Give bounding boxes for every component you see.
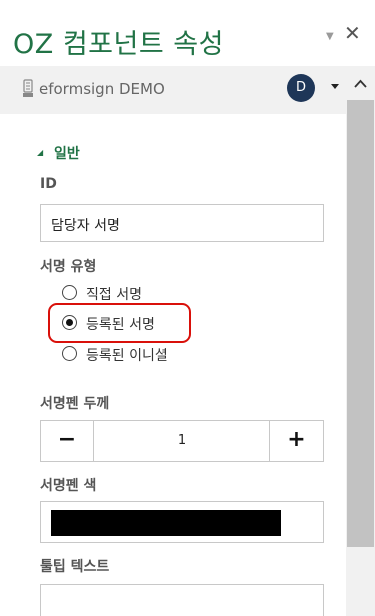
pen-thickness-stepper: − 1 + (40, 420, 324, 462)
id-field-value: 담당자 서명 (51, 218, 120, 234)
tooltip-textarea[interactable] (40, 584, 324, 616)
close-icon[interactable]: ✕ (344, 22, 361, 44)
section-title-general[interactable]: 일반 (54, 143, 80, 163)
radio-button[interactable] (62, 285, 77, 300)
scroll-up-icon[interactable] (346, 74, 375, 94)
pen-thickness-value[interactable]: 1 (95, 421, 269, 461)
pen-color-label: 서명펜 색 (40, 478, 97, 494)
avatar[interactable]: D (287, 74, 315, 102)
document-icon (23, 79, 33, 97)
color-swatch[interactable] (51, 510, 281, 536)
radio-label: 등록된 이니셜 (86, 348, 168, 364)
tooltip-label: 툴팁 텍스트 (40, 559, 110, 575)
account-name: eformsign DEMO (39, 80, 165, 98)
account-bar: eformsign DEMO (0, 66, 375, 114)
increment-button[interactable]: + (269, 421, 323, 461)
id-field[interactable]: 담당자 서명 (40, 204, 324, 242)
chevron-down-icon[interactable] (331, 84, 339, 89)
highlight-annotation (48, 303, 191, 343)
scrollbar-thumb[interactable] (347, 100, 374, 547)
sign-type-label: 서명 유형 (40, 259, 97, 275)
id-label: ID (40, 176, 57, 192)
pen-color-picker[interactable] (40, 501, 324, 543)
panel-title: OZ 컴포넌트 속성 (13, 29, 224, 60)
panel-header: OZ 컴포넌트 속성 ▼ ✕ (0, 0, 375, 64)
decrement-button[interactable]: − (41, 421, 94, 461)
panel-options-icon[interactable]: ▼ (326, 31, 334, 42)
radio-label: 직접 서명 (86, 287, 142, 303)
pen-thickness-label: 서명펜 두께 (40, 396, 110, 412)
collapse-triangle-icon[interactable]: ◢ (37, 148, 43, 157)
radio-button[interactable] (62, 346, 77, 361)
